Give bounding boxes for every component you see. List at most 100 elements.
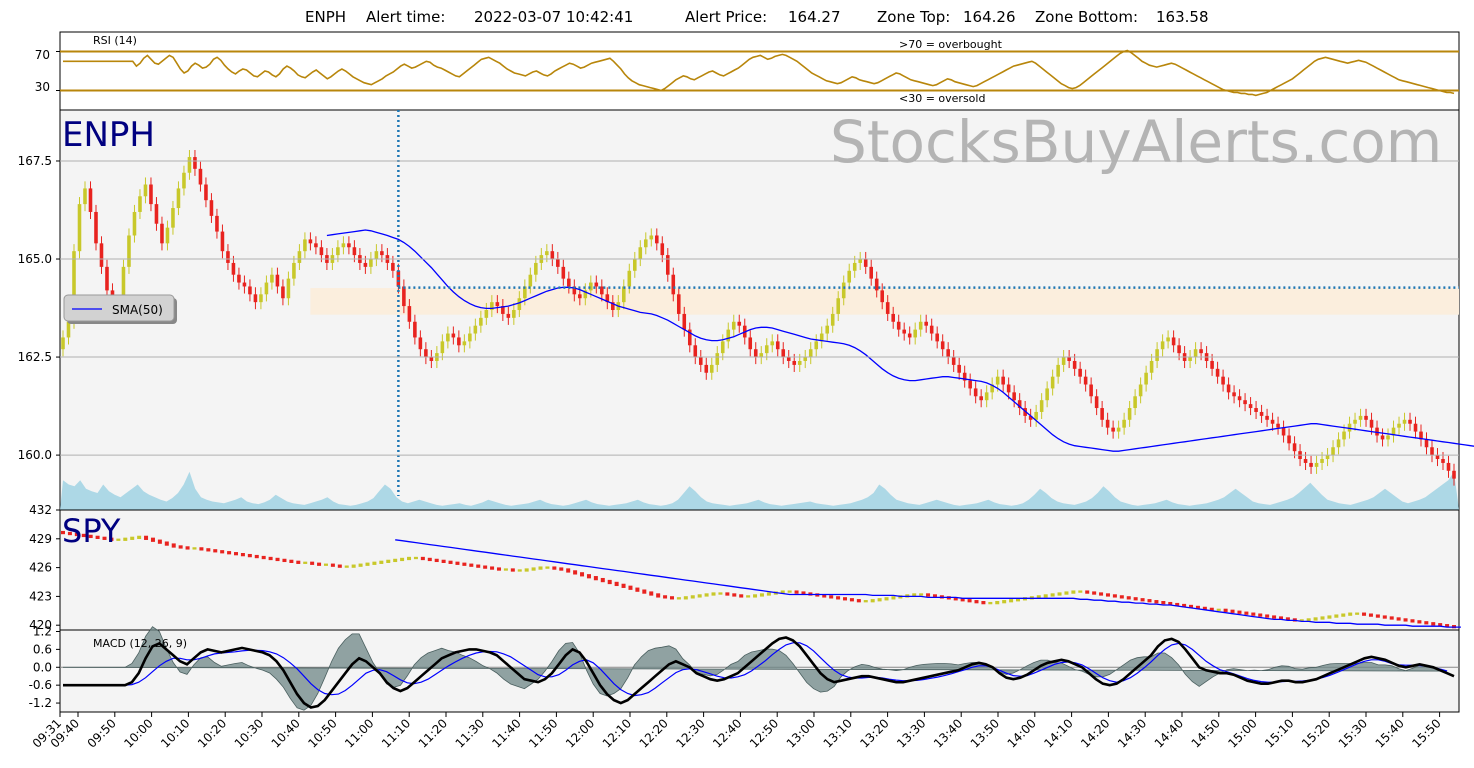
spy-candle (1085, 590, 1090, 594)
price-candle (226, 251, 230, 263)
price-candle (402, 286, 406, 307)
price-candle (847, 270, 852, 283)
price-tick-label: 162.5 (18, 350, 52, 364)
price-candle (451, 333, 456, 338)
price-candle (852, 262, 857, 271)
spy-candle (1078, 590, 1083, 593)
spy-candle (199, 547, 204, 551)
x-tick-label: 09:50 (85, 716, 119, 750)
stock-alert-chart: ENPH Alert time: 2022-03-07 10:42:41 Ale… (0, 0, 1474, 768)
x-tick-label: 14:00 (1005, 716, 1039, 750)
spy-candle (545, 566, 550, 569)
spy-candle (351, 564, 356, 568)
x-tick-label: 13:10 (821, 716, 855, 750)
x-tick-label: 13:20 (857, 716, 891, 750)
spy-candle (1417, 620, 1422, 624)
price-candle (654, 235, 659, 244)
spy-candle (607, 579, 612, 585)
macd-panel: MACD (12, 26, 9) 1.2 0.6 0.0 -0.6 -1.2 (29, 624, 1460, 713)
x-tick-label: 12:40 (710, 716, 744, 750)
price-candle (968, 380, 972, 389)
x-tick-label: 13:00 (784, 716, 818, 750)
x-tick-label: 15:20 (1299, 716, 1333, 750)
price-candle (869, 266, 873, 279)
watermark: StocksBuyAlerts.com (830, 108, 1442, 176)
price-candle (1166, 337, 1170, 342)
price-candle (347, 243, 351, 248)
spy-candle (524, 568, 529, 572)
spy-candle (1099, 592, 1104, 596)
price-candle (391, 262, 395, 271)
spy-candle (1396, 617, 1401, 621)
spy-candle (884, 597, 889, 601)
spy-candle (1230, 609, 1235, 613)
price-candle (259, 294, 263, 303)
spy-candle (1348, 612, 1353, 616)
spy-candle (358, 563, 363, 567)
spy-candle (580, 572, 585, 577)
price-candle (797, 360, 802, 365)
spy-candle (296, 560, 301, 564)
spy-candle (870, 599, 875, 603)
spy-candle (247, 553, 252, 558)
price-candle (556, 259, 560, 267)
price-candle (1314, 462, 1319, 467)
spy-candle (628, 585, 633, 590)
spy-candle (683, 596, 688, 600)
price-candle (61, 337, 65, 350)
price-candle (127, 235, 131, 267)
price-candle (248, 286, 252, 295)
spy-candle (434, 558, 439, 563)
spy-candle (766, 592, 771, 596)
spy-candle (1161, 601, 1166, 605)
spy-candle (1410, 619, 1415, 623)
price-candle (781, 349, 786, 358)
price-candle (105, 266, 109, 291)
x-tick-label: 14:10 (1041, 716, 1075, 750)
x-tick-label: 10:30 (232, 716, 266, 750)
price-candle (160, 223, 164, 244)
spy-candle (476, 564, 481, 568)
spy-candle (642, 589, 647, 594)
spy-candle (1382, 615, 1387, 619)
price-candle (786, 357, 791, 361)
spy-candle (586, 574, 591, 579)
spy-candle (365, 562, 370, 566)
price-candle (1270, 419, 1275, 424)
price-candle (731, 321, 736, 330)
spy-candle (573, 570, 578, 575)
spy-tick-label: 426 (29, 561, 52, 575)
price-candle (885, 302, 890, 314)
x-tick-label: 13:40 (931, 716, 965, 750)
price-candle (237, 274, 241, 283)
x-tick-label: 12:20 (637, 716, 671, 750)
price-candle (534, 262, 538, 275)
price-candle (550, 251, 555, 260)
price-candle (924, 321, 928, 326)
price-candle (149, 184, 153, 205)
spy-candle (1050, 593, 1055, 597)
spy-candle (593, 576, 598, 581)
spy-candle (496, 567, 501, 571)
macd-tick-label: 1.2 (33, 624, 52, 638)
price-candle (649, 235, 654, 240)
price-candle (1386, 435, 1390, 440)
price-candle (429, 357, 434, 361)
x-tick-label: 15:10 (1262, 716, 1296, 750)
x-tick-label: 10:10 (158, 716, 192, 750)
price-candle (693, 345, 698, 358)
spy-candle (621, 583, 626, 588)
price-candle (231, 262, 236, 275)
price-candle (308, 239, 313, 244)
spy-candle (268, 556, 273, 561)
x-tick-label: 11:20 (416, 716, 450, 750)
price-candle (1243, 400, 1247, 405)
price-candle (913, 329, 917, 338)
price-candle (1358, 415, 1363, 420)
price-candle (1056, 364, 1060, 377)
price-candle (380, 251, 384, 256)
spy-candle (614, 581, 619, 587)
rsi-oversold-label: <30 = oversold (899, 92, 985, 105)
spy-candle (386, 559, 391, 563)
price-candle (1237, 396, 1242, 401)
